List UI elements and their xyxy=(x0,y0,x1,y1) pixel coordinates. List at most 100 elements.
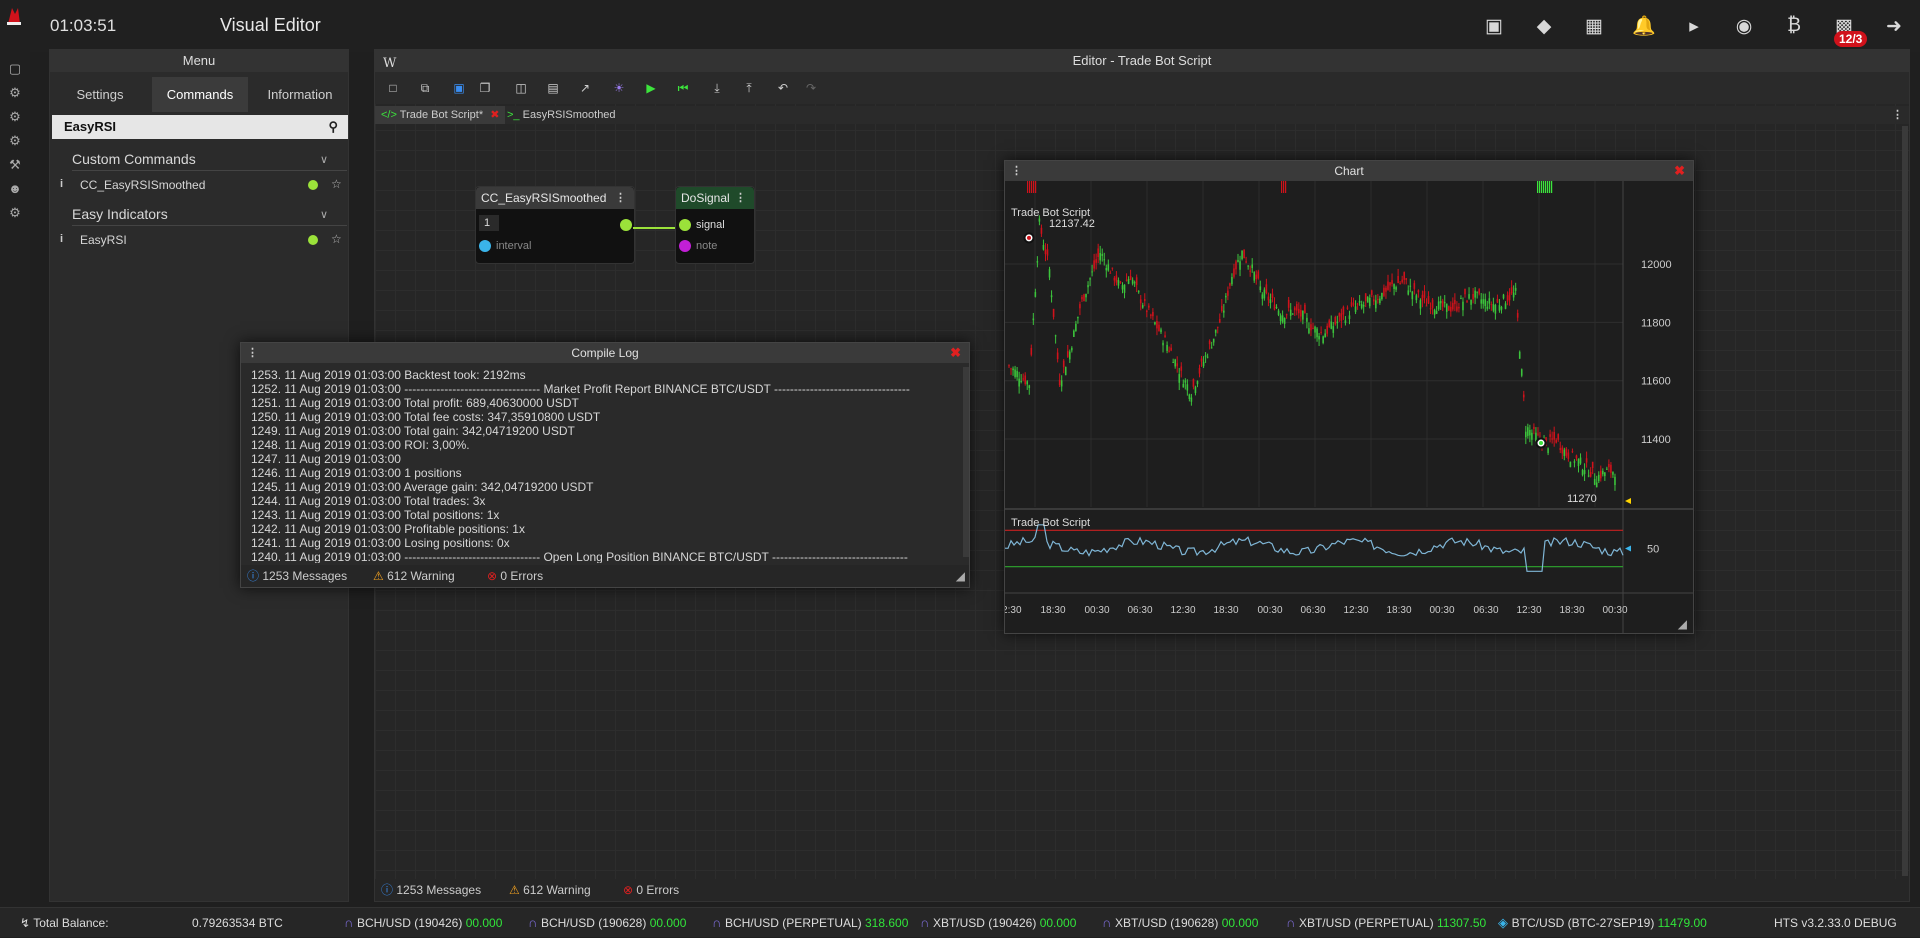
candle-body xyxy=(1595,482,1598,488)
frame-icon[interactable]: ▦ xyxy=(1580,12,1608,40)
save-icon[interactable]: ▣ xyxy=(449,78,469,98)
messages-status[interactable]: ⓘ 1253 Messages xyxy=(247,565,347,587)
candle-body xyxy=(1504,303,1507,309)
input-pin[interactable] xyxy=(679,219,691,231)
input-pin[interactable] xyxy=(479,240,491,252)
trophy-icon[interactable]: ⚙ xyxy=(6,84,24,102)
errors-status[interactable]: ⊗ 0 Errors xyxy=(623,879,679,901)
candle-body xyxy=(1243,249,1245,259)
x-tick-label: 00:30 xyxy=(1429,605,1454,616)
ticket-icon[interactable]: ◆ xyxy=(1530,12,1558,40)
list-item[interactable]: EasyRSI xyxy=(80,233,127,247)
tag-icon[interactable]: ▸ xyxy=(1680,12,1708,40)
tab-trade-bot-script[interactable]: </> Trade Bot Script* ✖ xyxy=(375,106,506,124)
map-icon[interactable]: ▣ xyxy=(1480,12,1508,40)
candle-body xyxy=(1198,367,1201,374)
candle-body xyxy=(1204,355,1207,357)
close-icon[interactable]: ✖ xyxy=(490,109,499,121)
close-icon[interactable]: ✖ xyxy=(1674,163,1685,179)
list-item[interactable]: CC_EasyRSISmoothed xyxy=(80,178,205,192)
chevron-down-icon[interactable]: ∨ xyxy=(320,208,328,221)
ticker-item[interactable]: ∩ BCH/USD (190628) 00.000 xyxy=(528,908,686,938)
open-folder-icon[interactable]: □ xyxy=(383,78,403,98)
trophy-icon[interactable]: ⚙ xyxy=(6,132,24,150)
warnings-status[interactable]: ⚠ 612 Warning xyxy=(373,565,455,587)
star-icon[interactable]: ☆ xyxy=(331,177,342,191)
tab-settings[interactable]: Settings xyxy=(52,77,148,112)
candle-body xyxy=(1612,472,1614,475)
candle-body xyxy=(1269,299,1272,304)
ticker-item[interactable]: ∩ XBT/USD (190426) 00.000 xyxy=(920,908,1076,938)
input-pin[interactable] xyxy=(679,240,691,252)
candle-body xyxy=(1036,261,1039,263)
upload-icon[interactable]: ⤒ xyxy=(739,78,759,98)
node-menu-icon[interactable]: ⋮ xyxy=(735,191,746,204)
info-icon[interactable]: i xyxy=(60,178,63,190)
group-custom-commands[interactable]: Custom Commands xyxy=(72,151,196,167)
ticker-item[interactable]: ◈ BTC/USD (BTC-27SEP19) 11479.00 xyxy=(1498,908,1707,938)
tools-icon[interactable]: ⚒ xyxy=(6,156,24,174)
tab-information[interactable]: Information xyxy=(252,77,348,112)
cogs-icon[interactable]: ⚙ xyxy=(6,204,24,222)
node-menu-icon[interactable]: ⋮ xyxy=(615,191,626,204)
compile-icon[interactable]: ☀ xyxy=(609,78,629,98)
chart-window: Chart ⋮ ✖ 12000 11800 11600 11400 50 12:30 18:… xyxy=(1004,160,1694,634)
ticker-item[interactable]: ∩ XBT/USD (PERPETUAL) 11307.50 xyxy=(1286,908,1486,938)
candle-body xyxy=(1450,306,1452,312)
trophy-icon[interactable]: ⚙ xyxy=(6,108,24,126)
candle-body xyxy=(1277,310,1280,315)
editor-title: W Editor - Trade Bot Script xyxy=(375,50,1909,72)
file-tabs: </> Trade Bot Script* ✖ >_ EasyRSISmooth… xyxy=(375,106,1909,124)
chevron-down-icon[interactable]: ∨ xyxy=(320,153,328,166)
node-dosignal[interactable]: DoSignal ⋮ signal note xyxy=(675,186,755,264)
candle-body xyxy=(1069,351,1071,360)
star-icon[interactable]: ☆ xyxy=(331,232,342,246)
bell-icon[interactable]: 🔔 xyxy=(1630,12,1658,40)
group-easy-indicators[interactable]: Easy Indicators xyxy=(72,206,168,222)
scrollbar[interactable] xyxy=(1902,126,1908,876)
ticker-item[interactable]: ∩ XBT/USD (190628) 00.000 xyxy=(1102,908,1258,938)
close-icon[interactable]: ✖ xyxy=(950,345,961,361)
ticker-item[interactable]: ∩ BCH/USD (PERPETUAL) 318.600 xyxy=(712,908,908,938)
resize-handle-icon[interactable]: ◢ xyxy=(1678,617,1687,631)
errors-status[interactable]: ⊗ 0 Errors xyxy=(487,565,543,587)
candle-body xyxy=(1352,303,1355,305)
search-input[interactable]: EasyRSI ⚲ xyxy=(52,115,348,139)
window-menu-icon[interactable]: ⋮ xyxy=(1011,164,1022,177)
messages-count: 1253 Messages xyxy=(396,883,482,897)
info-icon[interactable]: i xyxy=(60,233,63,245)
document-icon[interactable]: ▤ xyxy=(543,78,563,98)
redo-icon[interactable]: ↷ xyxy=(801,78,821,98)
candle-body xyxy=(1166,344,1168,351)
skip-back-icon[interactable]: ⏮ xyxy=(673,78,693,98)
monitor-icon[interactable]: ▢ xyxy=(6,60,24,78)
node-value-field[interactable]: 1 xyxy=(479,215,499,231)
coins-icon[interactable]: ◉ xyxy=(1730,12,1758,40)
output-pin[interactable] xyxy=(620,219,632,231)
candle-body xyxy=(1131,279,1134,284)
duplicate-icon[interactable]: ❐ xyxy=(475,78,495,98)
undo-icon[interactable]: ↶ xyxy=(773,78,793,98)
candle-body xyxy=(1221,305,1223,312)
chart-line-icon[interactable]: ↗ xyxy=(575,78,595,98)
play-icon[interactable]: ▶ xyxy=(641,78,661,98)
node-cc-easyrsismoothed[interactable]: CC_EasyRSISmoothed ⋮ 1 interval xyxy=(475,186,635,264)
tab-menu-icon[interactable]: ⋮ xyxy=(1892,108,1903,121)
bitcoin-icon[interactable]: ₿ xyxy=(1780,12,1808,40)
chart-canvas[interactable]: 12000 11800 11600 11400 50 12:30 18:30 00:30 06:… xyxy=(1005,181,1693,633)
resize-handle-icon[interactable]: ◢ xyxy=(956,569,965,583)
candle-body xyxy=(1050,295,1053,298)
scrollbar[interactable] xyxy=(963,367,969,557)
copy-window-icon[interactable]: ⧉ xyxy=(415,78,435,98)
logout-icon[interactable]: ➜ xyxy=(1880,12,1908,40)
trash-icon[interactable]: ◫ xyxy=(511,78,531,98)
messages-status[interactable]: ⓘ 1253 Messages xyxy=(381,879,481,901)
user-icon[interactable]: ☻ xyxy=(6,180,24,198)
download-icon[interactable]: ⤓ xyxy=(707,78,727,98)
warnings-status[interactable]: ⚠ 612 Warning xyxy=(509,879,591,901)
window-menu-icon[interactable]: ⋮ xyxy=(247,346,258,359)
ticker-item[interactable]: ∩ BCH/USD (190426) 00.000 xyxy=(344,908,502,938)
search-icon[interactable]: ⚲ xyxy=(328,115,338,139)
tab-easyrsismoothed[interactable]: >_ EasyRSISmoothed xyxy=(501,106,622,124)
tab-commands[interactable]: Commands xyxy=(152,77,248,112)
